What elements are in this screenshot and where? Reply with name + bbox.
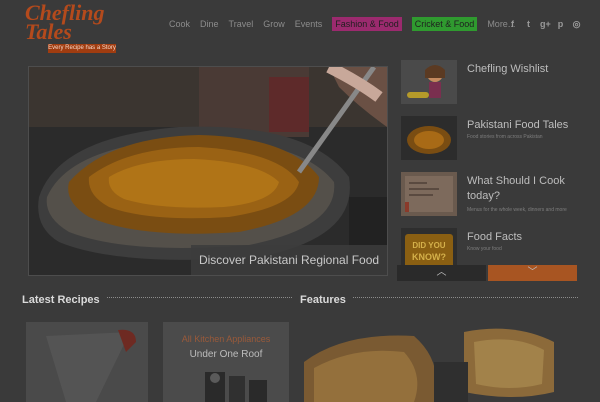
main-nav: Cook Dine Travel Grow Events Fashion & Food Cr… — [169, 17, 515, 31]
nav-item-events[interactable]: Events — [295, 17, 323, 31]
logo-text: Chefling Tales — [25, 2, 104, 43]
hero-caption[interactable]: Discover Pakistani Regional Food — [191, 245, 387, 275]
feature-list: Chefling Wishlist Pakistani Food Tales F… — [397, 60, 579, 272]
pinterest-icon[interactable]: p — [556, 17, 565, 31]
menu-board-thumbnail — [401, 172, 457, 216]
site-header: Chefling Tales Every Recipe has a Story … — [0, 0, 600, 58]
wishlist-illustration — [401, 60, 457, 104]
feature-title: Pakistani Food Tales — [467, 119, 569, 131]
recipe-card-2[interactable]: All Kitchen Appliances Under One Roof — [163, 322, 289, 402]
feature-item-wishlist[interactable]: Chefling Wishlist — [397, 60, 579, 110]
feature-thumb-wishlist — [401, 60, 457, 104]
recipe-card-1[interactable] — [26, 322, 148, 402]
feature-item-pakistani-food-tales[interactable]: Pakistani Food Tales Food stories from a… — [397, 116, 579, 166]
features-header: Features — [300, 290, 578, 306]
feature-card-image — [304, 322, 574, 402]
feature-title: Chefling Wishlist — [467, 63, 549, 75]
logo-tagline: Every Recipe has a Story — [48, 44, 116, 53]
slider-prev-button[interactable]: ︿ — [397, 265, 486, 281]
hero-slider[interactable]: Discover Pakistani Regional Food — [28, 66, 388, 276]
google-plus-icon[interactable]: g+ — [540, 17, 551, 31]
feature-card-1[interactable] — [304, 322, 574, 402]
feature-thumb-cook — [401, 172, 457, 216]
nav-item-fashion-food[interactable]: Fashion & Food — [332, 17, 402, 31]
feature-desc: Food stories from across Pakistan — [467, 134, 543, 140]
feature-item-what-should-i-cook[interactable]: What Should I Cook today? Menus for the … — [397, 172, 579, 222]
instagram-icon[interactable]: ◎ — [572, 17, 581, 31]
svg-text:KNOW?: KNOW? — [412, 252, 446, 262]
feature-desc: Menus for the whole week, dinners and mo… — [467, 207, 567, 213]
slider-next-button[interactable]: ﹀ — [488, 265, 577, 281]
feature-title: What Should I Cook today? — [467, 175, 565, 202]
social-links: f t g+ p ◎ — [508, 17, 581, 31]
facebook-icon[interactable]: f — [508, 17, 517, 31]
twitter-icon[interactable]: t — [524, 17, 533, 31]
svg-text:All Kitchen Appliances: All Kitchen Appliances — [182, 334, 271, 344]
nav-item-dine[interactable]: Dine — [200, 17, 219, 31]
feature-desc: Know your food — [467, 246, 502, 252]
svg-text:DID YOU: DID YOU — [412, 241, 445, 250]
site-logo[interactable]: Chefling Tales Every Recipe has a Story — [22, 2, 122, 55]
svg-text:Under One Roof: Under One Roof — [190, 349, 263, 360]
nav-item-grow[interactable]: Grow — [263, 17, 285, 31]
latest-recipes-title: Latest Recipes — [22, 294, 106, 306]
feature-thumb-pakistani — [401, 116, 457, 160]
features-title: Features — [300, 294, 352, 306]
jalebi-thumbnail — [401, 116, 457, 160]
chevron-down-icon: ﹀ — [527, 267, 538, 278]
nav-item-travel[interactable]: Travel — [229, 17, 254, 31]
chevron-up-icon: ︿ — [436, 267, 447, 278]
latest-recipes-header: Latest Recipes — [22, 290, 292, 306]
recipe-card-image — [26, 322, 148, 402]
appliances-card-image: All Kitchen Appliances Under One Roof — [163, 322, 289, 402]
feature-title: Food Facts — [467, 231, 523, 243]
hero-image — [29, 67, 387, 275]
nav-item-cook[interactable]: Cook — [169, 17, 190, 31]
nav-item-cricket-food[interactable]: Cricket & Food — [411, 17, 478, 31]
